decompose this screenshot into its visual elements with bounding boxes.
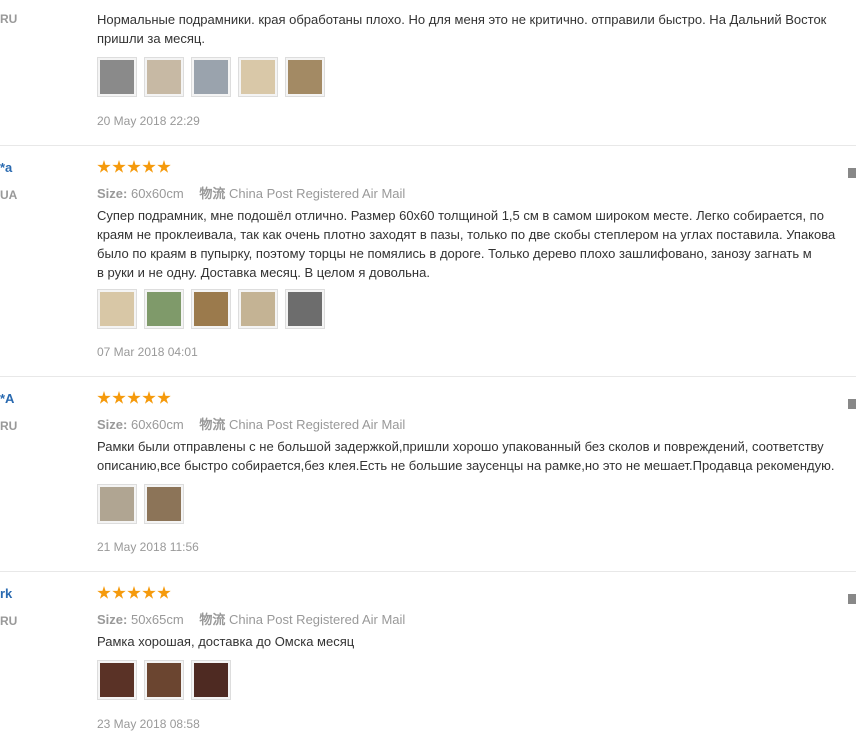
rating-stars [97,586,171,602]
shipping-value: China Post Registered Air Mail [228,186,406,201]
user-country: RU [0,12,18,26]
star-icon [157,160,171,173]
review-date: 21 May 2018 11:56 [97,540,199,554]
review-text-line: Супер подрамник, мне подошёл отлично. Ра… [97,208,824,223]
review-text: Супер подрамник, мне подошёл отлично. Ра… [97,206,835,282]
size-label: Size: [97,417,128,432]
shipping-value: China Post Registered Air Mail [228,612,406,627]
review-photo[interactable] [238,57,278,97]
review-date: 20 May 2018 22:29 [97,114,200,128]
order-info: Size: 60x60cm 物流 China Post Registered A… [97,183,405,202]
rating-stars [97,391,171,407]
order-info: Size: 60x60cm 物流 China Post Registered A… [97,414,405,433]
review-photo[interactable] [191,57,231,97]
user-country: RU [0,614,18,628]
review-text-line: было по краям в пупырку, поэтому торцы н… [97,246,812,261]
review-photo[interactable] [97,484,137,524]
review-photos [97,660,231,700]
review-text-line: пришли за месяц. [97,31,205,46]
shipping-label: 物流 [199,612,226,627]
star-icon [112,586,126,599]
review-date: 07 Mar 2018 04:01 [97,345,198,359]
review-divider [0,145,856,146]
star-icon [157,586,171,599]
size-label: Size: [97,612,128,627]
user-country: RU [0,419,18,433]
star-icon [157,391,171,404]
review-divider [0,376,856,377]
report-icon[interactable] [848,399,856,409]
review-photo[interactable] [97,289,137,329]
user-name[interactable]: rk [0,586,12,601]
star-icon [112,391,126,404]
user-name[interactable]: *A [0,391,14,406]
star-icon [97,391,111,404]
report-icon[interactable] [848,168,856,178]
user-country: UA [0,188,18,202]
review-photos [97,57,325,97]
review-photo[interactable] [144,484,184,524]
review-text-line: в руки и не одну. Доставка месяц. В цело… [97,265,430,280]
user-name[interactable]: *a [0,160,12,175]
review-photos [97,289,325,329]
review-photo[interactable] [191,660,231,700]
review-photo[interactable] [285,57,325,97]
review-text: Нормальные подрамники. края обработаны п… [97,10,826,48]
size-value: 60x60cm [130,417,184,432]
review-text-line: Рамка хорошая, доставка до Омска месяц [97,634,355,649]
size-value: 50x65cm [130,612,184,627]
review-photos [97,484,184,524]
review-photo[interactable] [144,57,184,97]
review-date: 23 May 2018 08:58 [97,717,200,731]
review-photo[interactable] [144,289,184,329]
star-icon [97,586,111,599]
star-icon [97,160,111,173]
size-value: 60x60cm [130,186,184,201]
review-photo[interactable] [191,289,231,329]
review-text-line: Рамки были отправлены с не большой задер… [97,439,824,454]
star-icon [127,586,141,599]
review-text-line: описанию,все быстро собирается,без клея.… [97,458,835,473]
order-info: Size: 50x65cm 物流 China Post Registered A… [97,609,405,628]
review-text: Рамки были отправлены с не большой задер… [97,437,835,475]
review-divider [0,571,856,572]
star-icon [127,391,141,404]
review-photo[interactable] [285,289,325,329]
review-text: Рамка хорошая, доставка до Омска месяц [97,632,354,651]
review-photo[interactable] [97,57,137,97]
report-icon[interactable] [848,594,856,604]
rating-stars [97,160,171,176]
star-icon [142,160,156,173]
review-photo[interactable] [97,660,137,700]
star-icon [127,160,141,173]
review-text-line: краям не проклеивала, так как очень плот… [97,227,836,242]
shipping-label: 物流 [199,186,226,201]
shipping-label: 物流 [199,417,226,432]
star-icon [142,391,156,404]
shipping-value: China Post Registered Air Mail [228,417,406,432]
star-icon [112,160,126,173]
review-text-line: Нормальные подрамники. края обработаны п… [97,12,827,27]
size-label: Size: [97,186,128,201]
star-icon [142,586,156,599]
review-photo[interactable] [144,660,184,700]
review-photo[interactable] [238,289,278,329]
